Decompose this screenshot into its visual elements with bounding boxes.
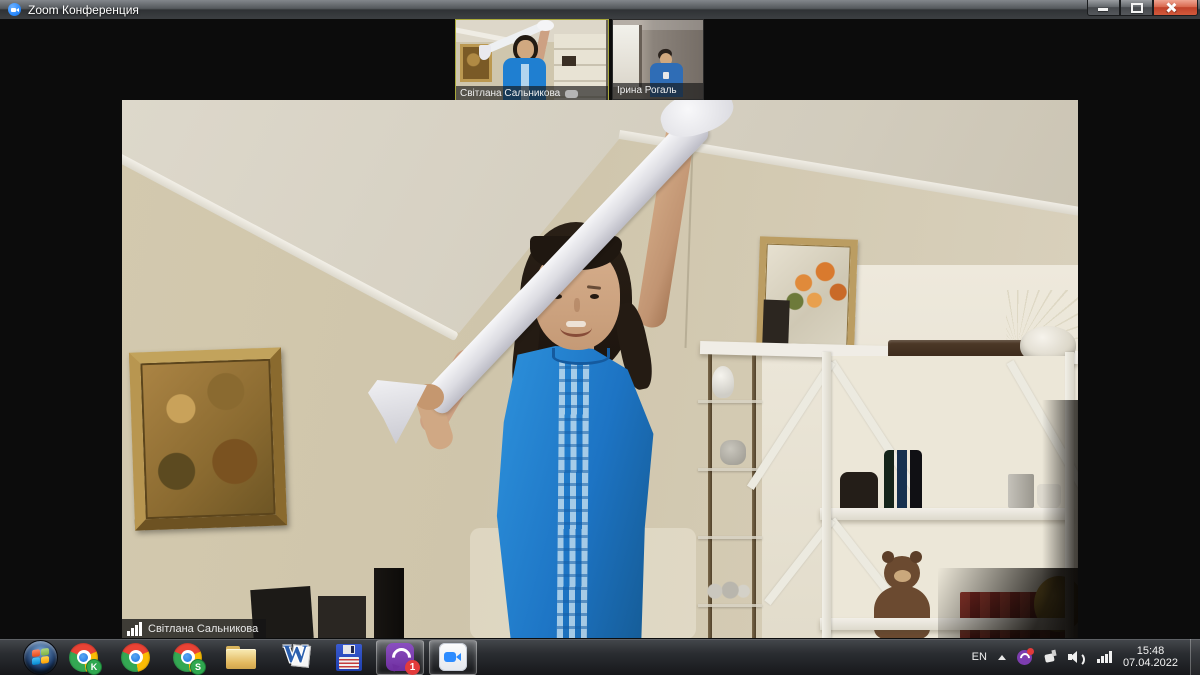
thumb-scarf-bundle	[537, 20, 554, 31]
porcelain-figurine	[712, 366, 734, 398]
participant-name: Ірина Рогаль	[617, 83, 677, 99]
taskbar-medoc-icon[interactable]	[336, 644, 362, 671]
hidden-icons-arrow[interactable]	[998, 655, 1006, 660]
window-title: Zoom Конференция	[28, 3, 139, 17]
person-nose	[574, 298, 580, 312]
taskbar-chrome-profile-k[interactable]: K	[69, 643, 98, 672]
teddy-bear	[874, 586, 930, 639]
zoom-meeting-client-area: Світлана Сальникова Ірина Рогаль	[0, 19, 1200, 639]
small-dark-frame	[762, 300, 790, 347]
speaker-name: Світлана Сальникова	[148, 623, 258, 635]
taskbar-clock[interactable]: 15:48 07.04.2022	[1123, 645, 1178, 670]
shelf-post	[822, 352, 831, 639]
taskbar-chrome[interactable]	[121, 643, 150, 672]
desktop: Zoom Конференция Світлана Сальникова	[0, 0, 1200, 675]
dark-stand	[374, 568, 404, 639]
glass-shelf	[698, 468, 762, 471]
tray-viber-icon[interactable]	[1017, 650, 1032, 665]
video-thumbnail-iryna[interactable]: Ірина Рогаль	[612, 19, 704, 100]
person-eye	[590, 294, 599, 299]
windows-taskbar: K S W 1 EN	[0, 638, 1200, 675]
language-indicator[interactable]: EN	[972, 651, 987, 663]
shirt-collar	[552, 348, 610, 365]
chrome-profile-badge: K	[86, 659, 102, 675]
windows-logo-icon	[32, 647, 49, 664]
thumb-person-face	[517, 40, 534, 59]
clock-time: 15:48	[1123, 645, 1178, 658]
speaker-name-tag: Світлана Сальникова	[122, 619, 266, 639]
start-button[interactable]	[23, 640, 58, 675]
floppy-label	[339, 657, 359, 669]
canister	[1008, 474, 1034, 508]
thumb2-shirt-logo	[663, 72, 669, 79]
shadow	[938, 568, 1078, 639]
main-video-feed[interactable]: Світлана Сальникова	[122, 100, 1078, 639]
silver-trinket	[720, 440, 746, 465]
window-controls	[1087, 0, 1198, 16]
glass-shelf	[698, 400, 762, 403]
system-tray: EN 15:48 07.04.2022	[972, 639, 1178, 675]
dark-ornament	[840, 472, 878, 508]
taskbar-explorer-icon[interactable]	[226, 646, 257, 671]
video-thumbnail-svitlana[interactable]: Світлана Сальникова	[455, 19, 609, 103]
zoom-window-titlebar[interactable]: Zoom Конференция	[0, 0, 1200, 20]
volume-icon[interactable]	[1068, 651, 1085, 664]
bottles	[884, 450, 922, 508]
taskbar-viber-button[interactable]: 1	[376, 640, 424, 675]
thumb2-window	[613, 25, 642, 87]
chrome-profile-badge: S	[190, 659, 206, 675]
connection-signal-icon	[127, 622, 143, 636]
thumbnail-name-label: Ірина Рогаль	[613, 83, 703, 99]
muted-mic-icon	[565, 90, 578, 98]
orange-flower-arrangement	[782, 258, 854, 320]
show-desktop-button[interactable]	[1190, 639, 1200, 675]
zoom-app-titlebar-icon	[8, 3, 21, 16]
shelf-board	[820, 508, 1072, 520]
network-signal-icon[interactable]	[1096, 651, 1112, 663]
etagere-pole	[752, 352, 756, 639]
clock-date: 07.04.2022	[1123, 657, 1178, 670]
viber-icon: 1	[386, 643, 414, 671]
word-letter: W	[283, 641, 308, 669]
person-teeth	[566, 321, 586, 327]
viber-notification-badge: 1	[405, 660, 420, 675]
zoom-camera-icon	[439, 643, 467, 671]
framed-painting	[129, 347, 287, 530]
shirt-stripes	[557, 362, 589, 639]
picture-frame	[318, 596, 366, 639]
small-cups	[706, 578, 750, 600]
taskbar-word-icon[interactable]: W	[283, 643, 310, 671]
tray-eject-icon[interactable]	[1043, 650, 1057, 664]
taskbar-zoom-button[interactable]	[429, 640, 477, 675]
maximize-button[interactable]	[1120, 0, 1153, 16]
minimize-button[interactable]	[1087, 0, 1120, 16]
close-button[interactable]	[1153, 0, 1198, 16]
glass-shelf	[698, 536, 762, 539]
taskbar-chrome-profile-s[interactable]: S	[173, 643, 202, 672]
glass-shelf	[698, 604, 762, 607]
teddy-bear-muzzle	[894, 570, 911, 582]
